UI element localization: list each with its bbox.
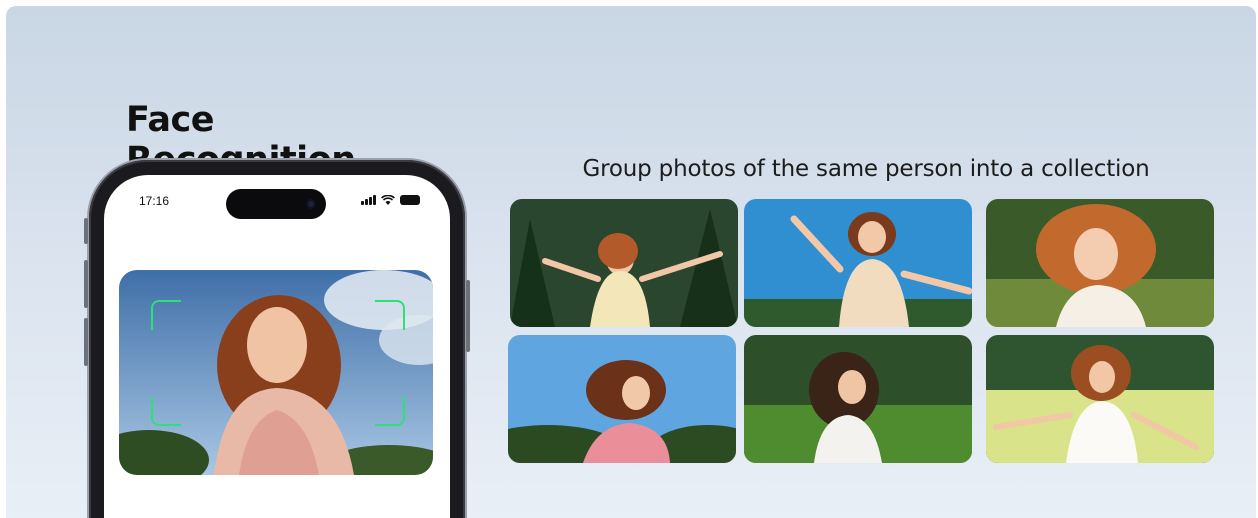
face-frame-corner — [375, 300, 405, 330]
collection-photo[interactable] — [986, 335, 1214, 463]
face-frame-corner — [151, 396, 181, 426]
status-time: 17:16 — [139, 194, 170, 208]
photo-meadow-running — [744, 335, 972, 463]
phone-screen: 17:16 — [104, 175, 450, 518]
phone-side-button — [84, 318, 88, 366]
photo-meadow-arms-out — [986, 335, 1214, 463]
phone-mockup: 17:16 — [84, 160, 470, 518]
front-camera-icon — [306, 199, 316, 209]
dynamic-island — [226, 189, 326, 219]
photo-blue-sky-fist-raised — [744, 199, 972, 327]
feature-banner: Face Recognition 17:16 — [6, 6, 1256, 518]
face-frame-corner — [151, 300, 181, 330]
photo-sunlit-hair-flowing — [986, 199, 1214, 327]
phone-power-button — [466, 280, 470, 352]
status-bar-icons — [361, 195, 420, 205]
collection-photo[interactable] — [986, 199, 1214, 327]
wifi-icon — [381, 195, 395, 205]
collection-photo[interactable] — [744, 335, 972, 463]
signal-icon — [361, 195, 376, 205]
collection-photo[interactable] — [744, 199, 972, 327]
collection-photo[interactable] — [508, 335, 736, 463]
photo-running-profile — [508, 335, 736, 463]
feature-description: Group photos of the same person into a c… — [582, 156, 1150, 182]
face-frame-corner — [375, 396, 405, 426]
collection-photo[interactable] — [510, 199, 738, 327]
phone-side-button — [84, 218, 88, 244]
phone-side-button — [84, 260, 88, 308]
battery-icon — [400, 195, 420, 205]
face-scan-photo — [119, 270, 433, 475]
photo-forest-arms-raised — [510, 199, 738, 327]
